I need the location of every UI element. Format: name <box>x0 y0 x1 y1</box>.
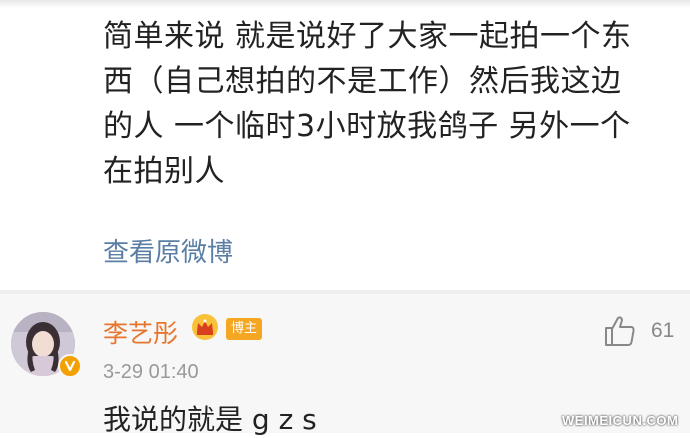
like-count: 61 <box>651 319 675 342</box>
crown-icon <box>192 314 218 340</box>
comment-text: 我说的就是 g z s <box>103 403 317 436</box>
comment-username[interactable]: 李艺彤 <box>103 314 178 350</box>
watermark: WEIMEICUN.COM <box>562 413 679 428</box>
comment-timestamp: 3-29 01:40 <box>103 361 199 383</box>
host-badge: 博主 <box>226 318 263 340</box>
weibo-post: 简单来说 就是说好了大家一起拍一个东 西（自己想拍的不是工作）然后我这边 的人 … <box>0 0 690 292</box>
like-icon <box>605 316 635 346</box>
like-button[interactable]: 61 <box>603 314 674 348</box>
top-shadow <box>0 0 690 8</box>
post-text: 简单来说 就是说好了大家一起拍一个东 西（自己想拍的不是工作）然后我这边 的人 … <box>103 19 632 189</box>
verified-icon <box>58 354 82 378</box>
view-original-link[interactable]: 查看原微博 <box>103 232 233 269</box>
